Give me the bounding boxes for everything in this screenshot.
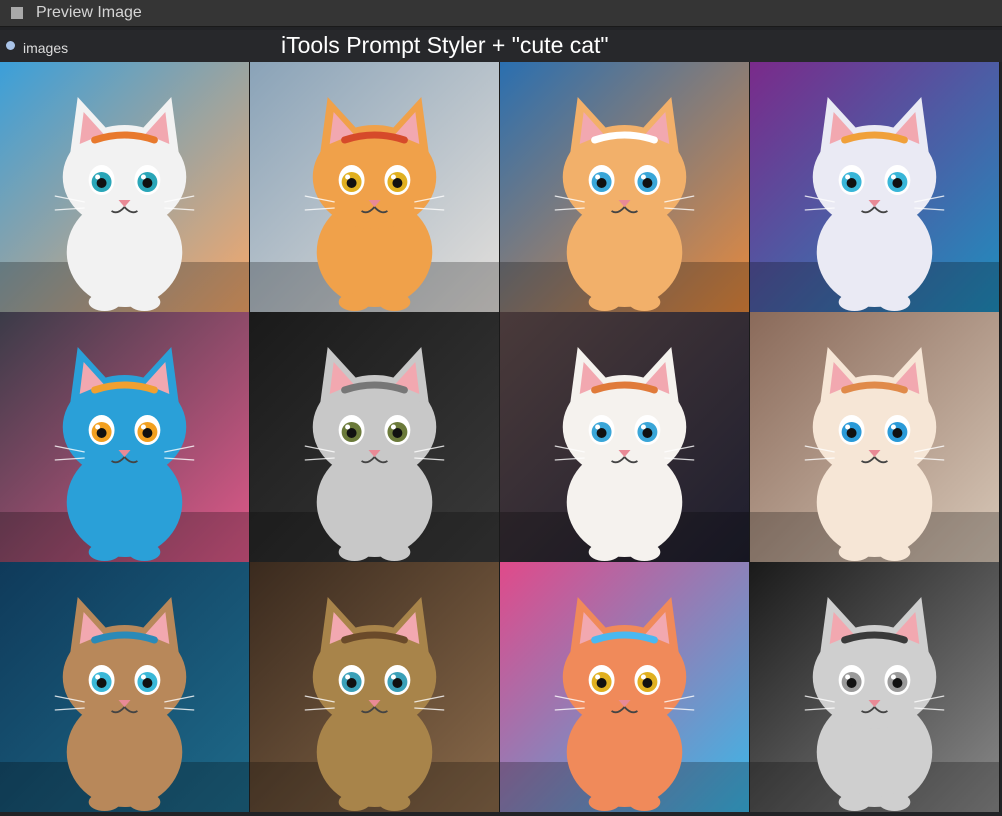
cat-image-1[interactable] [0,62,250,312]
cat-illustration [500,562,749,812]
cat-illustration [250,62,499,312]
cat-image-3[interactable] [500,62,750,312]
cat-illustration [250,562,499,812]
cat-illustration [0,62,249,312]
output-label: images [23,40,69,56]
cat-image-11[interactable] [500,562,750,812]
cat-image-8[interactable] [750,312,1000,562]
cat-image-9[interactable] [0,562,250,812]
image-grid [0,62,1002,816]
output-dot-icon[interactable] [6,41,15,50]
cat-illustration [0,312,249,562]
cat-illustration [250,312,499,562]
cat-image-12[interactable] [750,562,1000,812]
node-title: Preview Image [36,4,142,21]
cat-illustration [750,562,999,812]
cat-image-4[interactable] [750,62,1000,312]
cat-illustration [750,62,999,312]
cat-image-10[interactable] [250,562,500,812]
cat-illustration [0,562,249,812]
cat-image-5[interactable] [0,312,250,562]
cat-illustration [500,62,749,312]
cat-image-7[interactable] [500,312,750,562]
cat-image-2[interactable] [250,62,500,312]
image-caption: iTools Prompt Styler + "cute cat" [281,32,609,58]
cat-illustration [500,312,749,562]
preview-image-header: Preview Image [0,0,1002,27]
cat-illustration [750,312,999,562]
cat-image-6[interactable] [250,312,500,562]
node-collapse-icon[interactable] [11,7,23,19]
